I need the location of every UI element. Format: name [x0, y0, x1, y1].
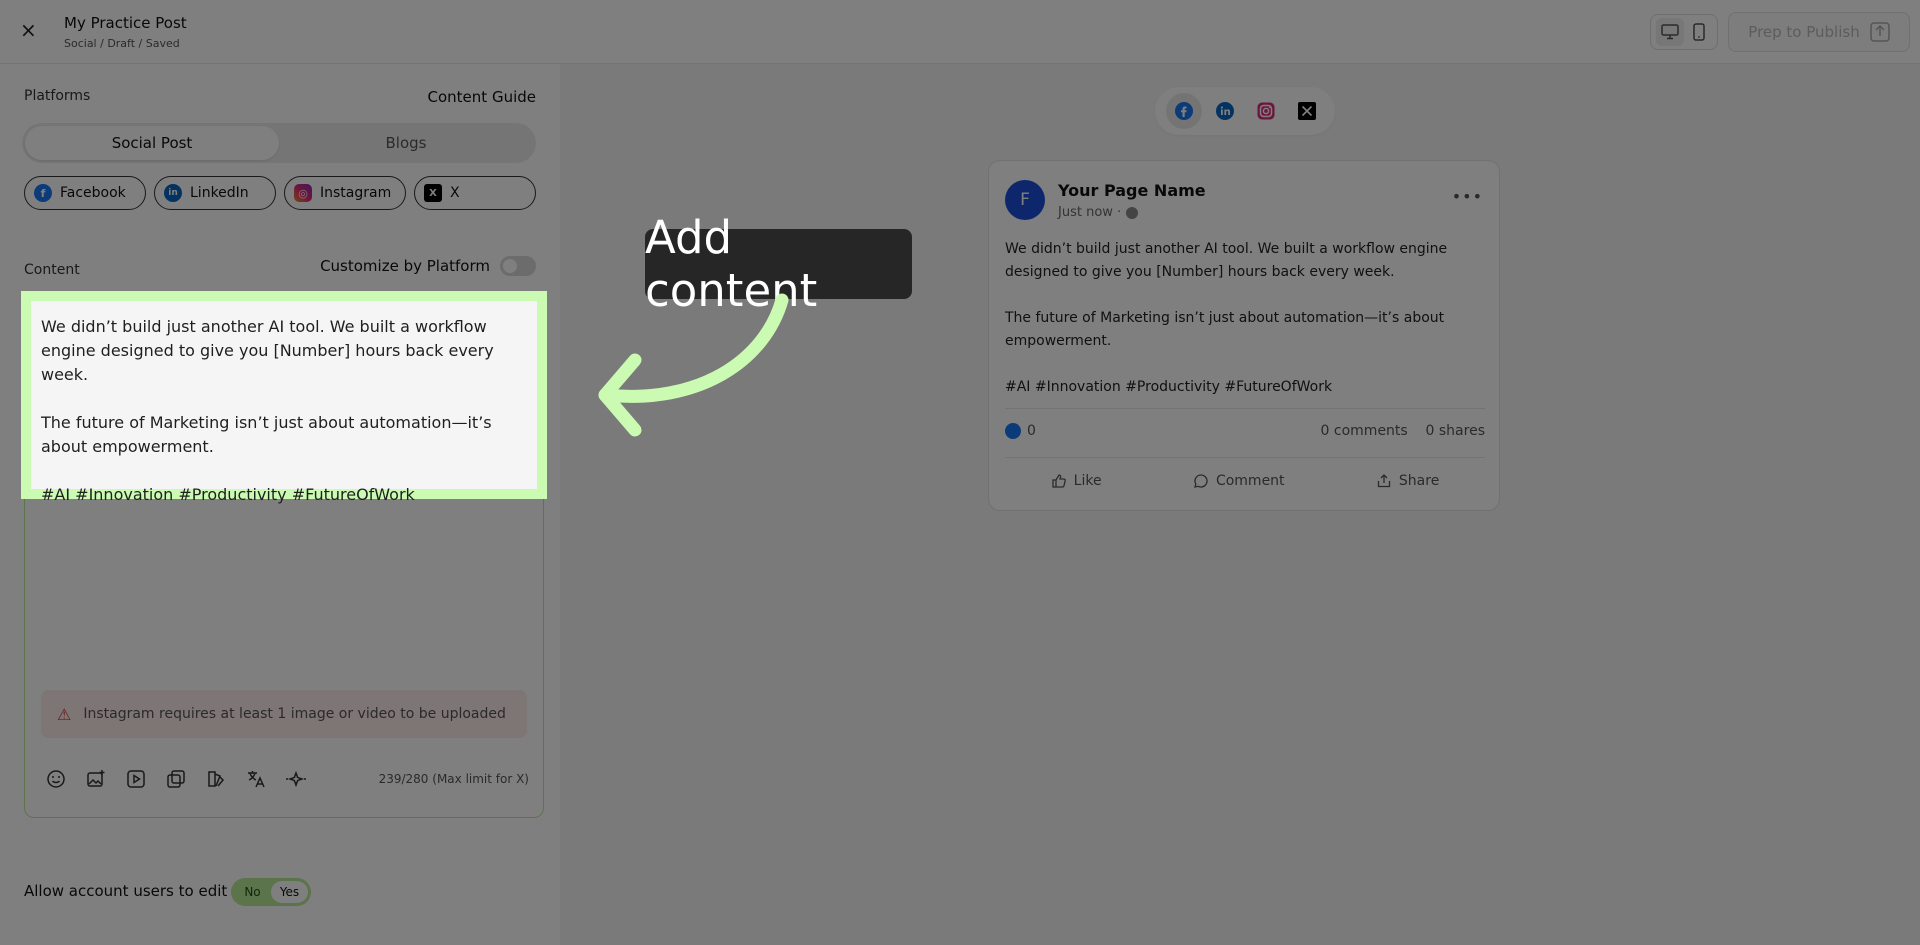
content-paragraph: The future of Marketing isn’t just about…: [41, 413, 492, 456]
content-input-highlight[interactable]: We didn’t build just another AI tool. We…: [21, 291, 547, 504]
tutorial-arrow-icon: [598, 293, 789, 437]
tutorial-tooltip: Add content: [645, 211, 912, 317]
content-paragraph: We didn’t build just another AI tool. We…: [41, 317, 494, 384]
content-paragraph: #AI #Innovation #Productivity #FutureOfW…: [41, 485, 415, 504]
